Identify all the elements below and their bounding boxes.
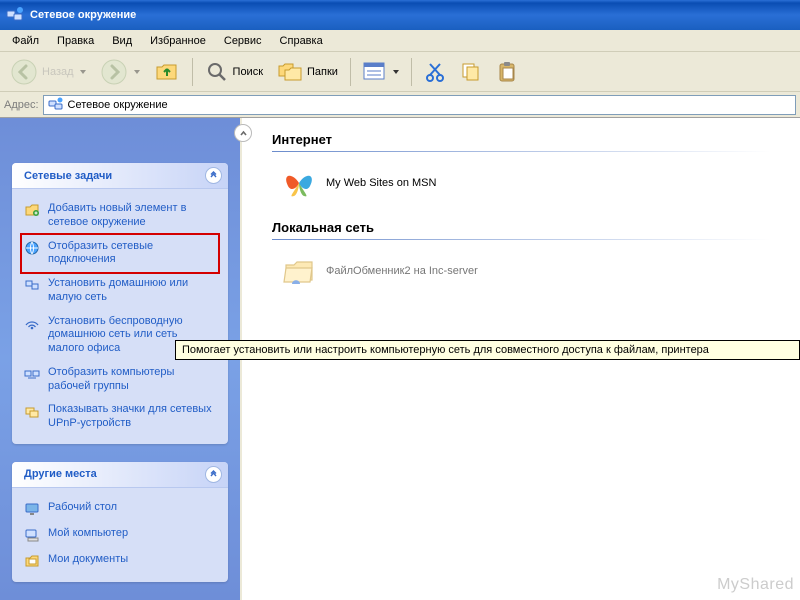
group-separator	[272, 151, 771, 152]
place-desktop[interactable]: Рабочий стол	[22, 496, 218, 522]
network-tasks-panel: Сетевые задачи Добавить новый элемент в …	[12, 163, 228, 444]
address-bar: Адрес: Сетевое окружение	[0, 92, 800, 118]
window-titlebar: Сетевое окружение	[0, 0, 800, 30]
connections-icon	[24, 240, 40, 256]
chevron-up-icon	[239, 129, 248, 138]
folder-up-icon	[154, 59, 180, 85]
task-label: Показывать значки для сетевых UPnP-устро…	[48, 403, 216, 431]
paste-button[interactable]	[492, 59, 522, 85]
item-fileshare[interactable]: ФайлОбменник2 на Inc-server	[258, 250, 800, 292]
tooltip: Помогает установить или настроить компью…	[175, 340, 800, 360]
documents-icon	[24, 553, 40, 569]
network-icon	[6, 6, 24, 24]
item-label: My Web Sites on MSN	[326, 177, 436, 189]
task-label: Установить домашнюю или малую сеть	[48, 277, 216, 305]
address-value: Сетевое окружение	[68, 99, 168, 111]
desktop-icon	[24, 501, 40, 517]
task-label: Отобразить компьютеры рабочей группы	[48, 366, 216, 394]
task-add-network-place[interactable]: Добавить новый элемент в сетевое окружен…	[22, 197, 218, 235]
back-button[interactable]: Назад	[6, 56, 90, 88]
share-folder-icon	[282, 254, 316, 288]
group-separator	[272, 239, 771, 240]
task-show-workgroup[interactable]: Отобразить компьютеры рабочей группы	[22, 361, 218, 399]
chevron-down-icon	[393, 70, 399, 74]
panel-title: Сетевые задачи	[24, 170, 112, 182]
group-header: Локальная сеть	[258, 216, 800, 237]
group-internet: Интернет My Web Sites on MSN	[258, 128, 800, 204]
folders-label: Папки	[307, 66, 338, 78]
views-icon	[363, 61, 387, 83]
other-places-panel: Другие места Рабочий стол Мой компьютер …	[12, 462, 228, 582]
menu-bar: Файл Правка Вид Избранное Сервис Справка	[0, 30, 800, 52]
network-tasks-header[interactable]: Сетевые задачи	[12, 163, 228, 189]
folders-icon	[277, 60, 303, 84]
up-button[interactable]	[150, 57, 184, 87]
task-label: Мои документы	[48, 553, 128, 567]
views-button[interactable]	[359, 59, 403, 85]
window-title: Сетевое окружение	[30, 9, 136, 21]
network-wizard-icon	[24, 277, 40, 293]
network-places-icon	[48, 97, 64, 113]
menu-tools[interactable]: Сервис	[216, 33, 270, 49]
workgroup-icon	[24, 366, 40, 382]
search-label: Поиск	[233, 66, 263, 78]
add-place-icon	[24, 202, 40, 218]
paste-icon	[496, 61, 518, 83]
task-upnp-icons[interactable]: Показывать значки для сетевых UPnP-устро…	[22, 398, 218, 436]
item-msn[interactable]: My Web Sites on MSN	[258, 162, 800, 204]
folders-button[interactable]: Папки	[273, 58, 342, 86]
copy-icon	[460, 61, 482, 83]
menu-view[interactable]: Вид	[104, 33, 140, 49]
chevron-down-icon	[134, 70, 140, 74]
task-setup-home-net[interactable]: Установить домашнюю или малую сеть	[22, 272, 218, 310]
computer-icon	[24, 527, 40, 543]
back-icon	[10, 58, 38, 86]
task-label: Мой компьютер	[48, 527, 128, 541]
msn-butterfly-icon	[282, 166, 316, 200]
forward-icon	[100, 58, 128, 86]
copy-button[interactable]	[456, 59, 486, 85]
search-button[interactable]: Поиск	[201, 58, 267, 86]
wireless-icon	[24, 315, 40, 331]
forward-button[interactable]	[96, 56, 144, 88]
task-label: Добавить новый элемент в сетевое окружен…	[48, 202, 216, 230]
menu-file[interactable]: Файл	[4, 33, 47, 49]
upnp-icon	[24, 403, 40, 419]
menu-favorites[interactable]: Избранное	[142, 33, 214, 49]
watermark: MyShared	[717, 576, 794, 594]
toolbar-separator	[411, 58, 412, 86]
search-icon	[205, 60, 229, 84]
item-label: ФайлОбменник2 на Inc-server	[326, 265, 478, 277]
collapse-icon[interactable]	[205, 466, 222, 483]
pane-toggle[interactable]	[234, 124, 252, 142]
group-header: Интернет	[258, 128, 800, 149]
group-lan: Локальная сеть ФайлОбменник2 на Inc-serv…	[258, 216, 800, 292]
cut-button[interactable]	[420, 59, 450, 85]
place-mycomputer[interactable]: Мой компьютер	[22, 522, 218, 548]
chevron-down-icon	[80, 70, 86, 74]
task-show-connections[interactable]: Отобразить сетевые подключения	[22, 235, 218, 273]
toolbar: Назад Поиск Папки	[0, 52, 800, 92]
panel-title: Другие места	[24, 468, 97, 480]
back-label: Назад	[42, 66, 74, 78]
task-label: Рабочий стол	[48, 501, 117, 515]
address-label: Адрес:	[4, 99, 39, 111]
menu-help[interactable]: Справка	[272, 33, 331, 49]
other-places-header[interactable]: Другие места	[12, 462, 228, 488]
menu-edit[interactable]: Правка	[49, 33, 102, 49]
address-field[interactable]: Сетевое окружение	[43, 95, 796, 115]
place-mydocs[interactable]: Мои документы	[22, 548, 218, 574]
scissors-icon	[424, 61, 446, 83]
collapse-icon[interactable]	[205, 167, 222, 184]
toolbar-separator	[350, 58, 351, 86]
toolbar-separator	[192, 58, 193, 86]
task-label: Отобразить сетевые подключения	[48, 240, 216, 268]
